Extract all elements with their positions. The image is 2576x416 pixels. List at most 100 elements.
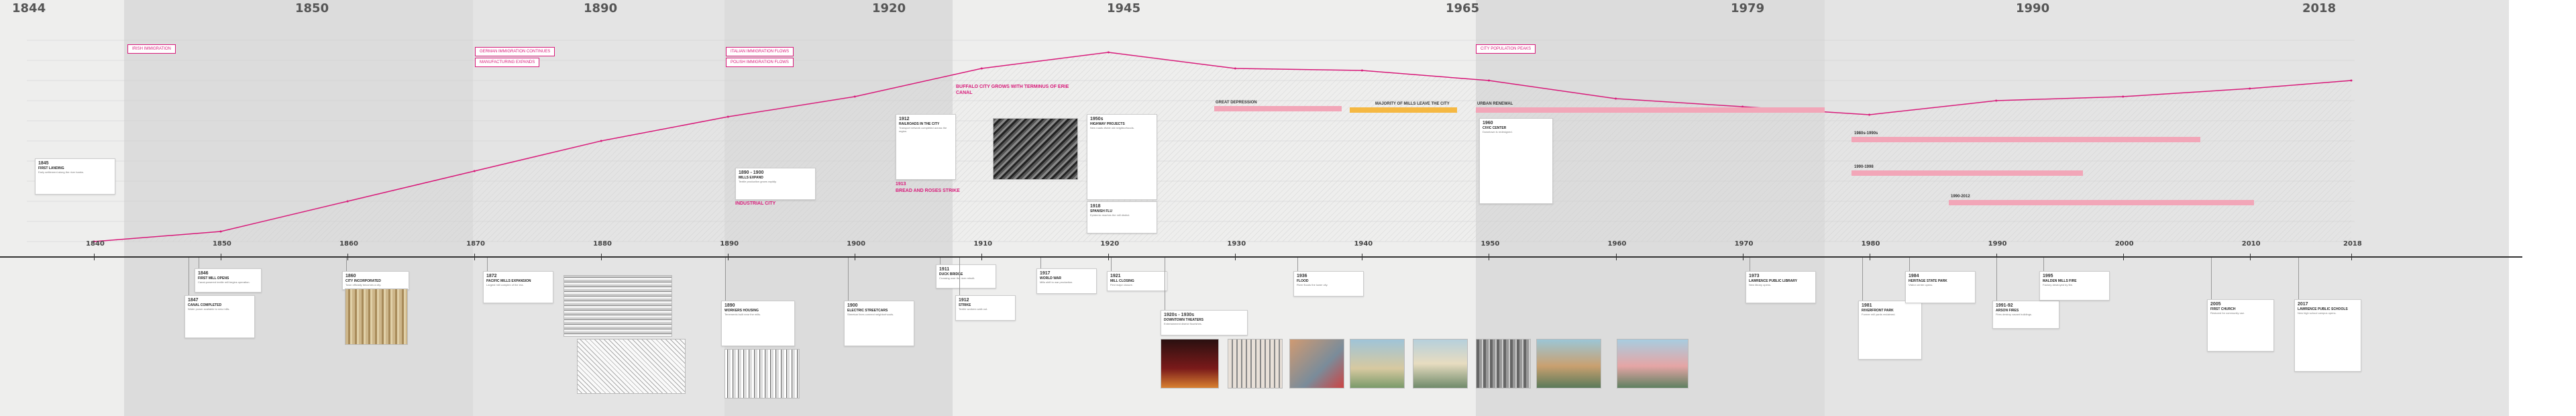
event-leader-line xyxy=(1297,258,1298,271)
event-year: 1890 - 1900 xyxy=(739,170,764,175)
axis-tick-label: 1920 xyxy=(1100,240,1120,248)
timeline-axis xyxy=(0,256,2522,258)
event-body: Textile production grows rapidly. xyxy=(739,180,777,183)
event-body: New high school campus opens. xyxy=(2298,311,2337,315)
event-leader-line xyxy=(2043,258,2044,271)
theater-night-photo xyxy=(1161,339,1219,388)
event-year: 1921 xyxy=(1110,274,1121,278)
event-body: Restored for community use. xyxy=(2210,311,2245,315)
era-year-label: 1979 xyxy=(1731,1,1765,15)
period-bar-label: 1980s-1990s xyxy=(1854,132,1878,136)
narrative-text: BUFFALO CITY GROWS WITH TERMINUS OF ERIE… xyxy=(956,85,1069,95)
event-leader-line xyxy=(2211,258,2212,299)
factory-drawing-photo xyxy=(724,349,800,399)
immigration-tag: MANUFACTURING EXPANDS xyxy=(475,58,540,67)
event-body: River floods the lower city. xyxy=(1297,283,1328,287)
period-bar xyxy=(1949,200,2254,205)
mill-engraving-photo xyxy=(345,289,408,345)
event-year: 1960 xyxy=(1483,121,1493,125)
event-body: Largest mill complex of the era. xyxy=(486,283,524,287)
event-year: 1911 xyxy=(939,267,950,272)
event-card[interactable]: 2017 LAWRENCE PUBLIC SCHOOLS New high scho… xyxy=(2294,299,2361,372)
event-card[interactable]: 1911 DUCK BRIDGE Crossing over the river r… xyxy=(936,264,996,289)
era-year-label: 1850 xyxy=(295,1,329,15)
event-body: First major closure. xyxy=(1110,283,1134,287)
population-point xyxy=(853,95,856,98)
population-point xyxy=(980,67,983,70)
axis-tick-label: 1910 xyxy=(973,240,993,248)
axis-tick xyxy=(1235,254,1236,260)
axis-tick xyxy=(474,254,476,260)
event-card[interactable]: 1981 RIVERFRONT PARK Former mill yards rec… xyxy=(1858,301,1922,360)
event-card[interactable]: 1890 WORKERS HOUSING Tenements built near … xyxy=(721,301,795,346)
event-body: Mills shift to war production. xyxy=(1040,280,1073,284)
event-card[interactable]: 1936 FLOOD River floods the lower city. xyxy=(1293,271,1364,297)
population-point xyxy=(1234,67,1236,70)
event-card[interactable]: 1973 LAWRENCE PUBLIC LIBRARY New library o… xyxy=(1746,271,1816,303)
event-card[interactable]: 1872 PACIFIC MILLS EXPANSION Largest mill … xyxy=(483,271,553,303)
event-year: 1981 xyxy=(1862,303,1872,308)
event-card[interactable]: 1845 FIRST LANDING Early settlement alon… xyxy=(35,158,115,195)
axis-tick-label: 2018 xyxy=(2343,240,2362,248)
mill-drawing-photo xyxy=(577,339,686,394)
event-leader-line xyxy=(1111,258,1112,271)
event-body: Fires destroy vacant buildings. xyxy=(1996,313,2033,316)
axis-tick-label: 1930 xyxy=(1227,240,1246,248)
event-card[interactable]: 1921 MILL CLOSING First major closure. xyxy=(1107,271,1167,291)
population-area xyxy=(94,52,2351,242)
event-card[interactable]: 2005 FIRST CHURCH Restored for community u… xyxy=(2207,299,2274,352)
population-point xyxy=(1360,69,1363,72)
population-point xyxy=(1995,99,1998,102)
event-year: 1920s - 1930s xyxy=(1164,313,1195,317)
event-body: Transport network completed across the r… xyxy=(899,126,947,133)
event-card[interactable]: 1846 FIRST MILL OPENS Canal-powered textil… xyxy=(195,268,262,293)
event-card[interactable]: 1900 ELECTRIC STREETCARS Streetcar lines c… xyxy=(844,301,914,346)
period-bar xyxy=(1476,107,1825,113)
event-body: Entertainment district flourishes. xyxy=(1164,322,1202,325)
immigration-tag: POLISH IMMIGRATION FLOWS xyxy=(726,58,794,67)
event-card[interactable]: 1912 STRIKE Textile workers walk out. xyxy=(955,295,1016,321)
event-card[interactable]: 1960 CIVIC CENTER Downtown is redesigned… xyxy=(1479,118,1553,204)
main-street-photo xyxy=(1536,339,1601,388)
era-year-label: 1890 xyxy=(584,1,618,15)
era-year-label: 1945 xyxy=(1107,1,1141,15)
axis-tick-label: 1950 xyxy=(1481,240,1500,248)
event-card[interactable]: 1917 WORLD WAR Mills shift to war producti… xyxy=(1036,268,1097,294)
event-card[interactable]: 1890 - 1900 MILLS EXPAND Textile product… xyxy=(735,168,816,200)
axis-tick xyxy=(728,254,729,260)
event-year: 1912 xyxy=(959,298,969,303)
era-year-label: 1990 xyxy=(2016,1,2050,15)
event-leader-line xyxy=(725,258,726,301)
event-card[interactable]: 1984 HERITAGE STATE PARK Visitor center op… xyxy=(1905,271,1976,303)
event-year: 1872 xyxy=(486,274,497,278)
street-photo xyxy=(1289,339,1344,388)
theater-facade-photo xyxy=(1228,339,1283,388)
axis-tick xyxy=(1615,254,1617,260)
axis-tick xyxy=(2249,254,2251,260)
axis-tick xyxy=(2351,254,2352,260)
event-leader-line xyxy=(1040,258,1041,268)
immigration-tag: CITY POPULATION PEAKS xyxy=(1476,44,1536,54)
population-point xyxy=(2350,79,2353,82)
event-card[interactable]: 1860 CITY INCORPORATED Town officially bec… xyxy=(342,271,409,290)
period-bar xyxy=(1851,137,2200,142)
event-year: 1950s xyxy=(1090,117,1104,121)
event-card[interactable]: 1847 CANAL COMPLETED Water power available… xyxy=(184,295,255,338)
city-block-photo xyxy=(1476,339,1531,388)
population-point xyxy=(346,200,349,203)
period-bar-label: 1990-1998 xyxy=(1854,165,1874,169)
event-year: 2017 xyxy=(2298,302,2308,307)
event-card[interactable]: 1918 SPANISH FLU Epidemic reaches the mi… xyxy=(1087,201,1157,233)
narrative-text: BREAD AND ROSES STRIKE xyxy=(896,189,960,193)
mill-building-photo xyxy=(564,275,672,337)
event-card[interactable]: 1920s - 1930s DOWNTOWN THEATERS Entertainm… xyxy=(1161,310,1248,335)
narrative-year: 1913 xyxy=(896,182,906,187)
axis-tick-label: 1890 xyxy=(720,240,739,248)
period-bar-label: 1990-2012 xyxy=(1951,195,1970,199)
event-year: 1912 xyxy=(899,117,910,121)
event-card[interactable]: 1995 MALDEN MILLS FIRE Factory destroyed b… xyxy=(2039,271,2110,301)
event-card[interactable]: 1950s HIGHWAY PROJECTS New roads divide … xyxy=(1087,114,1157,200)
event-body: Factory destroyed by fire. xyxy=(2043,283,2074,287)
event-card[interactable]: 1991-92 ARSON FIRES Fires destroy vacant b… xyxy=(1992,301,2059,329)
event-card[interactable]: 1912 RAILROADS IN THE CITY Transport net… xyxy=(896,114,956,180)
